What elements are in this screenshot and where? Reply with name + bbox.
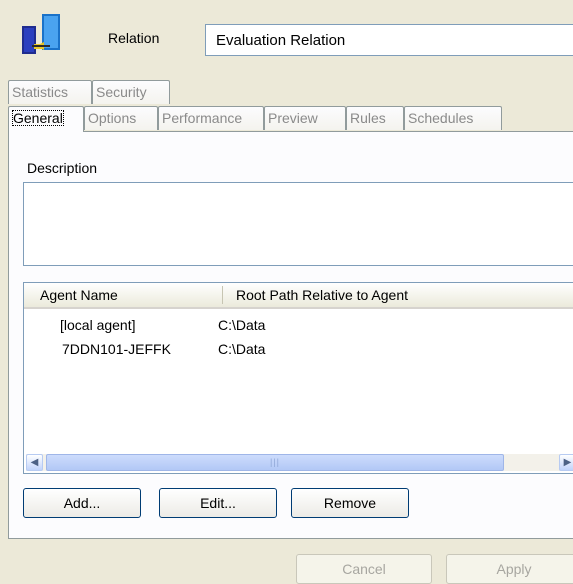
relation-label: Relation — [108, 30, 160, 46]
tab-security[interactable]: Security — [92, 80, 170, 104]
horizontal-scrollbar[interactable]: ◀ ||| ▶ — [26, 454, 573, 471]
tab-rules-label: Rules — [350, 110, 386, 126]
row-1-agent[interactable]: [local agent] — [60, 317, 136, 333]
apply-button[interactable]: Apply — [446, 554, 573, 584]
relation-icon — [20, 12, 70, 60]
scroll-right-arrow-icon[interactable]: ▶ — [559, 454, 573, 471]
agents-list-header: Agent Name Root Path Relative to Agent — [24, 283, 573, 309]
scrollbar-thumb[interactable]: ||| — [46, 454, 504, 471]
remove-button[interactable]: Remove — [291, 488, 409, 518]
row-2-agent[interactable]: 7DDN101-JEFFK — [62, 341, 171, 357]
relation-name-field[interactable]: Evaluation Relation — [205, 24, 573, 56]
tab-general-label: General — [12, 110, 64, 126]
row-2-path[interactable]: C:\Data — [218, 341, 265, 357]
tab-options[interactable]: Options — [84, 106, 158, 130]
tab-options-label: Options — [88, 110, 137, 126]
tab-statistics-label: Statistics — [12, 84, 69, 100]
general-tab-page: Description Agent Name Root Path Relativ… — [8, 131, 573, 539]
description-label: Description — [27, 160, 98, 176]
description-textarea[interactable] — [23, 182, 573, 266]
add-button[interactable]: Add... — [23, 488, 141, 518]
tab-performance-label: Performance — [162, 110, 243, 126]
column-header-agent-name[interactable]: Agent Name — [40, 283, 118, 307]
tab-performance[interactable]: Performance — [158, 106, 264, 130]
row-1-path[interactable]: C:\Data — [218, 317, 265, 333]
edit-button[interactable]: Edit... — [159, 488, 277, 518]
tab-preview[interactable]: Preview — [264, 106, 346, 130]
tab-general[interactable]: General — [8, 106, 84, 132]
agents-list[interactable]: Agent Name Root Path Relative to Agent [… — [23, 282, 573, 474]
tab-rules[interactable]: Rules — [346, 106, 404, 130]
tab-security-label: Security — [96, 84, 147, 100]
tab-preview-label: Preview — [268, 110, 318, 126]
tab-schedules[interactable]: Schedules — [404, 106, 502, 130]
cancel-button[interactable]: Cancel — [296, 554, 432, 584]
column-header-root-path[interactable]: Root Path Relative to Agent — [236, 283, 408, 307]
tab-statistics[interactable]: Statistics — [8, 80, 92, 104]
column-separator[interactable] — [222, 286, 223, 304]
scroll-left-arrow-icon[interactable]: ◀ — [26, 454, 43, 471]
tab-schedules-label: Schedules — [408, 110, 474, 126]
